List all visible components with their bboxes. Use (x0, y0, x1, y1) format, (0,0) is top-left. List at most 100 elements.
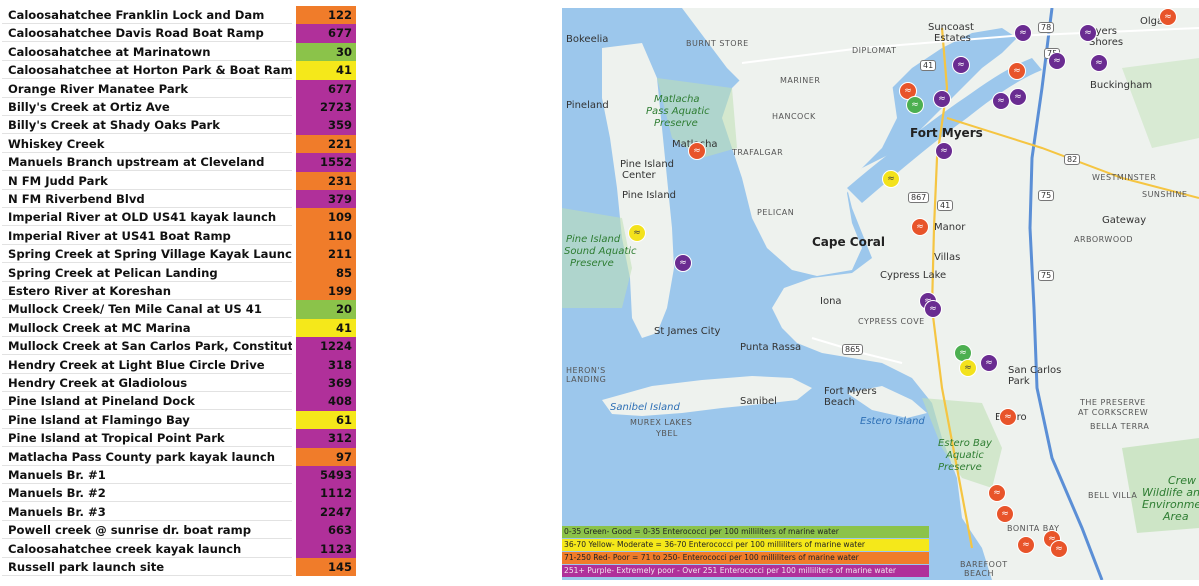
swimmer-icon: ≈ (1053, 55, 1061, 66)
site-name: Powell creek @ sunrise dr. boat ramp (2, 521, 292, 540)
table-row: Pine Island at Flamingo Bay 61 (0, 410, 358, 430)
legend-green: 0-35 Green- Good = 0-35 Enterococci per … (562, 526, 929, 538)
table-row: Caloosahatchee at Marinatown 30 (0, 42, 358, 62)
site-value: 30 (296, 42, 356, 62)
map-label: San Carlos (1008, 365, 1062, 376)
map-label: BAREFOOT (960, 560, 1008, 569)
table-row: Manuels Br. #2 1112 (0, 484, 358, 503)
table-row: Caloosahatchee at Horton Park & Boat Ram… (0, 61, 358, 80)
map-label: Preserve (654, 118, 698, 129)
map-marker-yellow[interactable]: ≈ (882, 170, 900, 188)
site-name: Orange River Manatee Park (2, 80, 292, 98)
road-shield: 41 (920, 60, 937, 71)
site-value: 41 (296, 318, 356, 338)
site-name: Mullock Creek/ Ten Mile Canal at US 41 (2, 300, 292, 319)
site-name: Caloosahatchee Franklin Lock and Dam (2, 6, 292, 24)
site-value: 312 (296, 429, 356, 448)
site-value: 20 (296, 300, 356, 319)
site-value: 85 (296, 263, 356, 282)
swimmer-icon: ≈ (1013, 65, 1021, 76)
map-label: Park (1008, 376, 1030, 387)
map-marker-purple[interactable]: ≈ (980, 354, 998, 372)
site-name: Imperial River at US41 Boat Ramp (2, 227, 292, 245)
map-label: ARBORWOOD (1074, 235, 1134, 244)
map-marker-red[interactable]: ≈ (688, 142, 706, 160)
map-marker-purple[interactable]: ≈ (1090, 54, 1108, 72)
table-row: Mullock Creek/ Ten Mile Canal at US 41 20 (0, 300, 358, 319)
map-label: DIPLOMAT (852, 46, 897, 55)
map-marker-purple[interactable]: ≈ (1009, 88, 1027, 106)
site-name: Estero River at Koreshan (2, 282, 292, 300)
swimmer-icon: ≈ (1164, 11, 1172, 22)
map-label: Gateway (1102, 215, 1147, 226)
map-label: SUNSHINE (1142, 190, 1188, 199)
map-marker-red[interactable]: ≈ (1017, 536, 1035, 554)
site-value: 408 (296, 392, 356, 411)
map-label: Beach (824, 397, 855, 408)
map-label: AT CORKSCREW (1078, 408, 1149, 417)
table-row: Pine Island at Pineland Dock 408 (0, 392, 358, 411)
site-value: 221 (296, 134, 356, 154)
map-marker-yellow[interactable]: ≈ (959, 359, 977, 377)
table-row: Powell creek @ sunrise dr. boat ramp 663 (0, 521, 358, 540)
swimmer-icon: ≈ (679, 257, 687, 268)
site-name: Billy's Creek at Shady Oaks Park (2, 116, 292, 135)
site-value: 61 (296, 410, 356, 430)
map-marker-purple[interactable]: ≈ (935, 142, 953, 160)
swimmer-icon: ≈ (887, 173, 895, 184)
legend-red: 71-250 Red- Poor = 71 to 250- Enterococc… (562, 552, 929, 564)
map-marker-red[interactable]: ≈ (1008, 62, 1026, 80)
map-marker-purple[interactable]: ≈ (933, 90, 951, 108)
site-name: N FM Judd Park (2, 172, 292, 190)
table-row: Hendry Creek at Light Blue Circle Drive 3… (0, 355, 358, 374)
map-marker-purple[interactable]: ≈ (952, 56, 970, 74)
map-marker-red[interactable]: ≈ (996, 505, 1014, 523)
swimmer-icon: ≈ (1055, 543, 1063, 554)
table-row: Imperial River at OLD US41 kayak launch 1… (0, 208, 358, 227)
site-name: Manuels Br. #2 (2, 484, 292, 503)
map-marker-red[interactable]: ≈ (988, 484, 1006, 502)
site-name: Hendry Creek at Gladiolous (2, 374, 292, 392)
site-name: Whiskey Creek (2, 135, 292, 153)
map-marker-purple[interactable]: ≈ (1014, 24, 1032, 42)
map-marker-red[interactable]: ≈ (911, 218, 929, 236)
map-marker-red[interactable]: ≈ (1050, 540, 1068, 558)
site-value: 122 (296, 6, 356, 25)
table-row: N FM Riverbend Blvd 379 (0, 190, 358, 209)
table-row: Pine Island at Tropical Point Park 312 (0, 429, 358, 448)
swimmer-icon: ≈ (997, 95, 1005, 106)
site-name: Spring Creek at Spring Village Kayak Lau… (2, 245, 292, 264)
map-label: Villas (934, 252, 961, 263)
table-row: Manuels Branch upstream at Cleveland 1552 (0, 153, 358, 172)
site-name: Hendry Creek at Light Blue Circle Drive (2, 356, 292, 374)
site-value: 211 (296, 245, 356, 264)
site-value: 359 (296, 116, 356, 135)
site-name: Pine Island at Tropical Point Park (2, 429, 292, 448)
site-value: 318 (296, 355, 356, 374)
swimmer-icon: ≈ (1084, 27, 1092, 38)
map-marker-purple[interactable]: ≈ (1048, 52, 1066, 70)
site-value: 1123 (296, 539, 356, 558)
water-quality-map[interactable]: Suncoast Estates Olga Bokeelia BURNT STORE DI… (562, 8, 1199, 580)
map-marker-red[interactable]: ≈ (999, 408, 1017, 426)
map-label: LANDING (566, 375, 607, 384)
map-marker-red[interactable]: ≈ (1159, 8, 1177, 26)
site-name: N FM Riverbend Blvd (2, 190, 292, 208)
map-marker-purple[interactable]: ≈ (992, 92, 1010, 110)
table-row: Caloosahatchee Davis Road Boat Ramp 677 (0, 24, 358, 43)
swimmer-icon: ≈ (1001, 508, 1009, 519)
map-marker-green[interactable]: ≈ (906, 96, 924, 114)
table-row: Orange River Manatee Park 677 (0, 79, 358, 98)
swimmer-icon: ≈ (1019, 27, 1027, 38)
map-marker-purple[interactable]: ≈ (924, 300, 942, 318)
site-value: 1224 (296, 337, 356, 356)
map-label: Pine Island (620, 159, 675, 170)
map-label: Manor (934, 222, 966, 233)
map-label: MUREX LAKES (630, 418, 693, 427)
map-label: Matlacha (654, 94, 700, 105)
map-marker-purple[interactable]: ≈ (1079, 24, 1097, 42)
map-label: Center (622, 170, 656, 181)
map-marker-purple[interactable]: ≈ (674, 254, 692, 272)
map-marker-yellow[interactable]: ≈ (628, 224, 646, 242)
site-name: Mullock Creek at San Carlos Park, Consti… (2, 337, 292, 356)
